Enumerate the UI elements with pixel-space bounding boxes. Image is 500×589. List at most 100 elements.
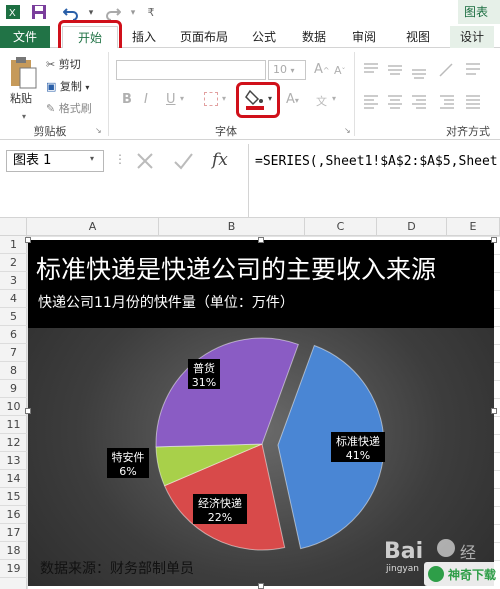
tab-insert[interactable]: 插入 [124,26,164,48]
column-header[interactable]: E [447,218,500,236]
save-icon[interactable] [30,4,48,22]
row-header[interactable]: 5 [0,308,27,326]
shrink-font-label: A [334,64,342,77]
row-header[interactable]: 9 [0,380,27,398]
ribbon: 粘贴 ▾ ✂ 剪切 ▣ 复制 ▾ ✎ 格式刷 剪贴板 ↘ 10 ▾ A^ Aˇ … [0,48,500,140]
column-header[interactable]: C [305,218,377,236]
watermark: Bai 经 jingyan 神奇下载 [380,532,500,589]
row-header[interactable]: 18 [0,542,27,560]
clipboard-group-label: 剪贴板 [33,125,67,138]
paste-icon[interactable] [8,54,40,94]
horizontal-align-row [362,92,492,112]
grow-font-button[interactable]: A^ [314,62,330,77]
row-header[interactable]: 16 [0,506,27,524]
data-label-value: 6% [119,465,136,478]
row-header[interactable]: 17 [0,524,27,542]
cut-button[interactable]: ✂ 剪切 [46,56,81,74]
row-header[interactable]: 12 [0,434,27,452]
format-painter-button[interactable]: ✎ 格式刷 [46,100,92,118]
shrink-font-button[interactable]: Aˇ [334,64,346,77]
row-header[interactable]: 13 [0,452,27,470]
tab-design[interactable]: 设计 [450,26,494,48]
row-header[interactable]: 10 [0,398,27,416]
data-label-value: 41% [346,449,370,462]
tab-review[interactable]: 审阅 [344,26,384,48]
format-painter-label: 格式刷 [58,102,92,115]
resize-handle-top-left[interactable] [25,237,31,243]
font-color-label: A [286,92,295,107]
tab-page-layout[interactable]: 页面布局 [172,26,236,48]
formula-bar: 图表 1 ▾ ⋮ fx =SERIES(,Sheet1!$A$2:$A$5,Sh… [0,140,500,218]
resize-handle-left[interactable] [25,408,31,414]
cancel-icon[interactable] [134,150,158,174]
copy-icon: ▣ [46,80,57,93]
data-label-category: 经济快递 [198,496,242,510]
resize-handle-top[interactable] [258,237,264,243]
name-box-value: 图表 1 [13,153,52,168]
font-group-label: 字体 [215,125,237,138]
row-header[interactable]: 15 [0,488,27,506]
formula-bar-menu-icon[interactable]: ⋮ [114,152,126,166]
font-color-button[interactable]: A▾ [286,92,299,107]
font-name-select[interactable] [116,60,266,80]
row-header[interactable]: 4 [0,290,27,308]
grow-font-label: A [314,62,323,77]
select-all-corner[interactable] [0,218,27,236]
phonetic-dropdown-icon[interactable]: ▾ [332,94,336,103]
row-header[interactable]: 6 [0,326,27,344]
borders-dropdown-icon[interactable]: ▾ [222,94,226,103]
font-launcher-icon[interactable]: ↘ [344,126,351,135]
paste-button[interactable]: 粘贴 [10,90,32,108]
chart-footer[interactable]: 数据来源：财务部制单员 [40,558,194,578]
resize-handle-bottom[interactable] [258,583,264,589]
group-separator [354,52,355,136]
data-label[interactable]: 经济快递22% [193,494,247,524]
row-header[interactable]: 11 [0,416,27,434]
italic-button[interactable]: I [144,92,148,107]
highlight-fill-color [236,82,280,118]
resize-handle-top-right[interactable] [491,237,497,243]
name-box-dropdown-icon[interactable]: ▾ [90,154,94,163]
insert-function-button[interactable]: fx [212,150,228,170]
phonetic-icon[interactable]: 文 [316,92,330,108]
borders-icon[interactable] [204,92,218,106]
pie-slice[interactable] [155,337,299,448]
data-label-category: 标准快递 [336,434,380,448]
row-header[interactable]: 3 [0,272,27,290]
row-header[interactable]: 1 [0,236,27,254]
redo-dropdown-icon[interactable]: ▾ [124,4,142,22]
tab-formulas[interactable]: 公式 [244,26,284,48]
column-header[interactable]: D [377,218,447,236]
excel-window: X ▾ ▾ ₹ 图表 文件 开始 插入 页面布局 公式 数据 审阅 视图 设计 … [0,0,500,589]
data-label[interactable]: 标准快递41% [331,432,385,462]
row-header[interactable]: 2 [0,254,27,272]
svg-text:X: X [9,8,16,19]
underline-button[interactable]: U [166,92,176,107]
tab-file[interactable]: 文件 [0,26,50,48]
row-header[interactable]: 14 [0,470,27,488]
row-header[interactable]: 8 [0,362,27,380]
copy-button[interactable]: ▣ 复制 ▾ [46,78,89,96]
font-size-select[interactable]: 10 ▾ [268,60,306,80]
enter-icon[interactable] [172,150,196,174]
formula-input[interactable]: =SERIES(,Sheet1!$A$2:$A$5,Sheet [248,144,500,218]
cut-label: 剪切 [58,58,81,71]
column-header[interactable]: A [27,218,159,236]
underline-dropdown-icon[interactable]: ▾ [180,94,184,103]
row-header[interactable]: 7 [0,344,27,362]
resize-handle-right[interactable] [491,408,497,414]
tab-data[interactable]: 数据 [294,26,334,48]
customize-qat-icon[interactable]: ₹ [142,4,160,22]
row-header[interactable]: 19 [0,560,27,578]
clipboard-launcher-icon[interactable]: ↘ [95,126,102,135]
vertical-align-row [362,60,492,80]
tab-view[interactable]: 视图 [398,26,438,48]
data-label-category: 普货 [193,361,215,375]
watermark-brand: 神奇下载 [448,568,497,582]
data-label[interactable]: 普货31% [188,359,220,389]
column-header[interactable]: B [159,218,305,236]
brush-icon: ✎ [46,102,56,115]
data-label[interactable]: 特安件6% [107,448,149,478]
svg-text:Bai: Bai [384,539,423,564]
bold-button[interactable]: B [122,92,132,107]
